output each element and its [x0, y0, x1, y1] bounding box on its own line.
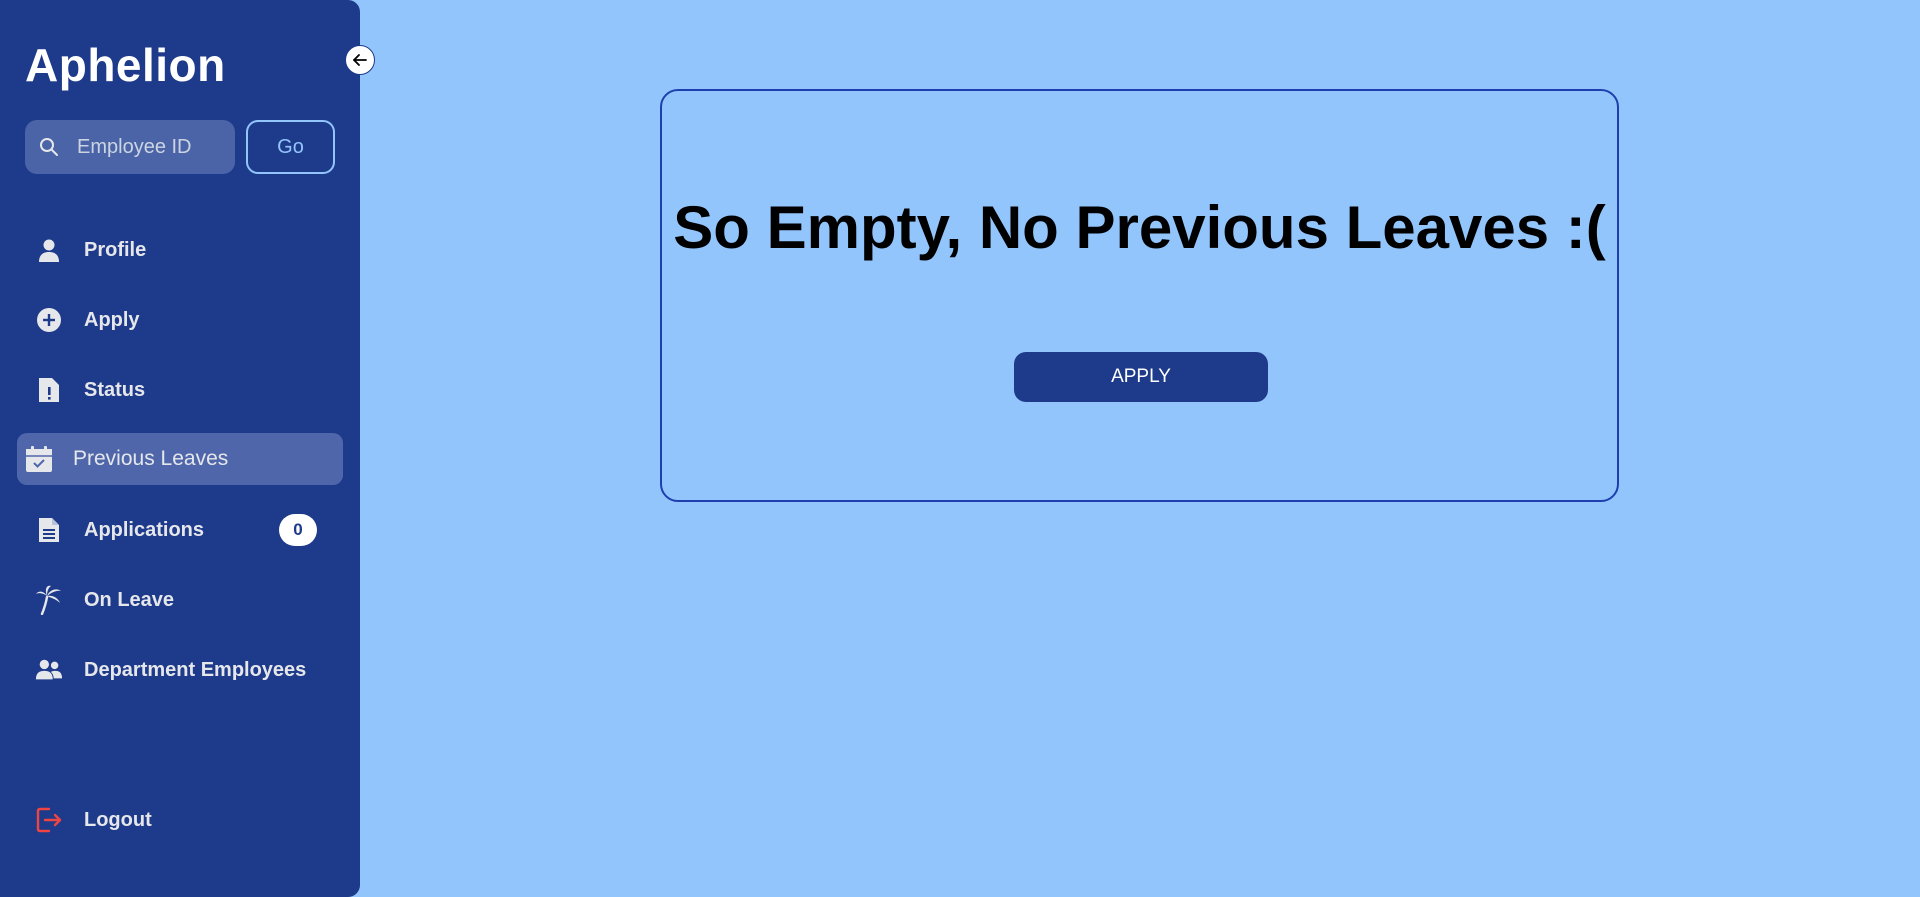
sidebar-item-profile[interactable]: Profile: [17, 224, 343, 276]
sidebar-item-label: Department Employees: [84, 658, 307, 681]
empty-state-card: So Empty, No Previous Leaves :( APPLY: [660, 89, 1619, 502]
sidebar-item-apply[interactable]: Apply: [17, 294, 343, 346]
sidebar-item-label: Applications: [84, 518, 205, 541]
sidebar-item-label: On Leave: [84, 588, 175, 611]
logout-label: Logout: [84, 808, 152, 831]
document-lines-icon: [35, 516, 63, 544]
employee-id-input[interactable]: [77, 135, 227, 159]
brand-title: Aphelion: [25, 39, 226, 91]
sidebar-item-applications[interactable]: Applications 0: [17, 504, 343, 556]
search-icon: [39, 136, 61, 158]
calendar-check-icon: [25, 445, 53, 473]
palm-tree-icon: [35, 585, 63, 615]
person-icon: [35, 236, 63, 264]
sidebar-item-label: Status: [84, 378, 146, 401]
sidebar-item-label: Apply: [84, 308, 140, 331]
plus-circle-icon: [35, 306, 63, 334]
logout-icon: [35, 806, 63, 834]
logout-button[interactable]: Logout: [17, 794, 343, 846]
sidebar-item-label: Profile: [84, 238, 147, 261]
empty-state-message: So Empty, No Previous Leaves :(: [673, 194, 1606, 261]
sidebar: Aphelion Go Profile Apply Status: [0, 0, 375, 897]
sidebar-item-on-leave[interactable]: On Leave: [17, 574, 343, 626]
apply-button[interactable]: APPLY: [1014, 352, 1268, 402]
group-icon: [35, 656, 63, 684]
sidebar-item-department-employees[interactable]: Department Employees: [17, 644, 343, 696]
sidebar-item-status[interactable]: Status: [17, 364, 343, 416]
sidebar-item-previous-leaves[interactable]: Previous Leaves: [17, 433, 343, 485]
collapse-sidebar-button[interactable]: [345, 45, 375, 75]
search-box: [25, 120, 235, 174]
applications-count-badge: 0: [279, 514, 317, 546]
document-alert-icon: [35, 376, 63, 404]
sidebar-item-label: Previous Leaves: [73, 447, 229, 470]
go-button[interactable]: Go: [246, 120, 335, 174]
arrow-left-icon: [352, 52, 368, 68]
